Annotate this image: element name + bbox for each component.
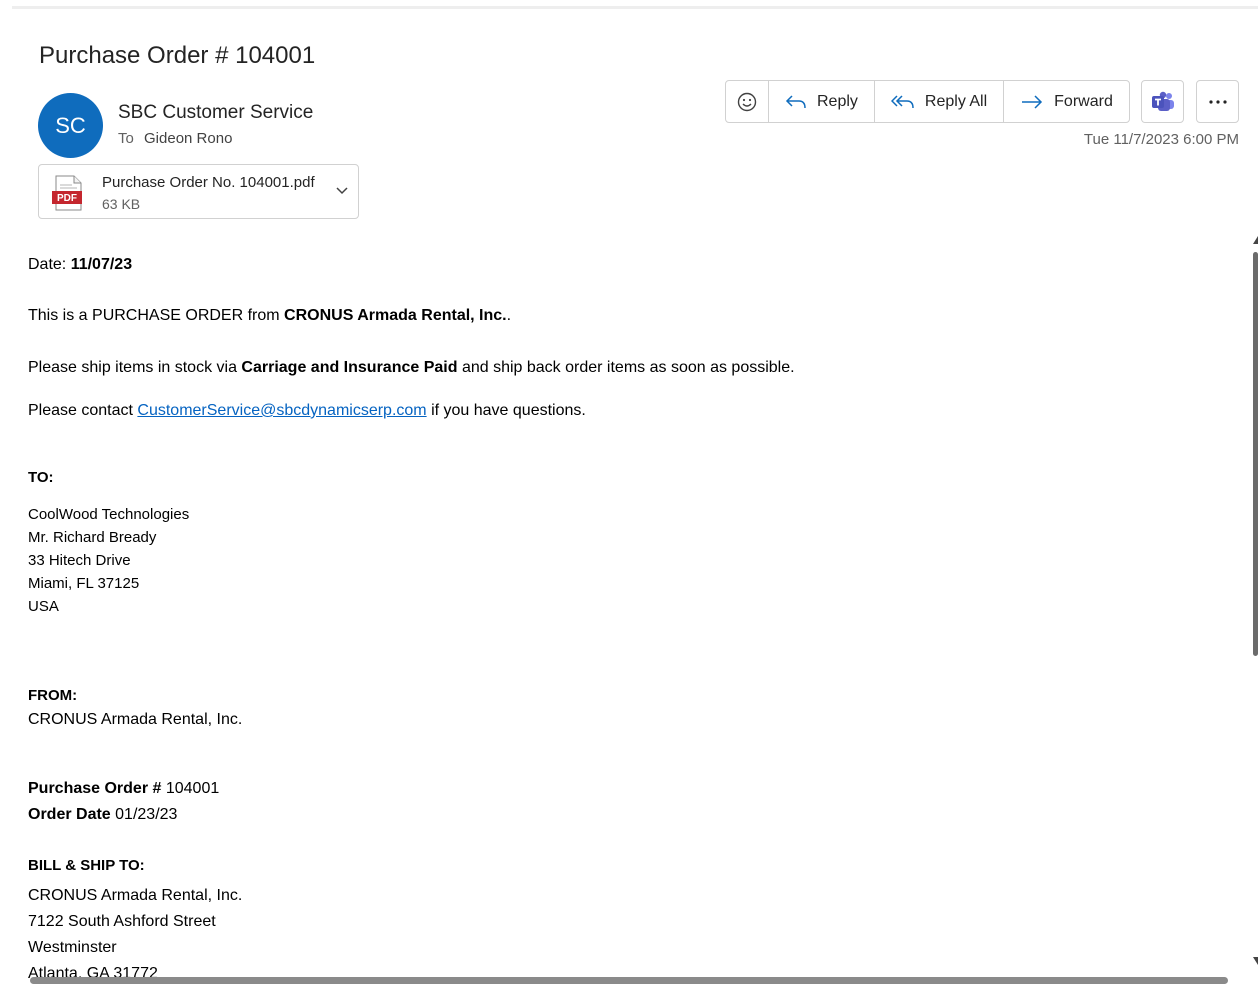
body-ship-line: Please ship items in stock via Carriage … [28,359,795,377]
chevron-down-icon[interactable] [336,187,348,195]
address-line: Mr. Richard Bready [28,529,157,546]
to-heading: TO: [28,469,54,486]
message-actions-toolbar: Reply Reply All Forward [725,80,1130,123]
bill-ship-heading: BILL & SHIP TO: [28,857,145,874]
to-label: To [118,130,134,147]
horizontal-scrollbar-thumb[interactable] [30,977,1228,984]
body-intro-line: This is a PURCHASE ORDER from CRONUS Arm… [28,307,511,325]
email-reading-pane: Purchase Order # 104001 SC SBC Customer … [0,0,1258,984]
contact-prefix: Please contact [28,402,138,419]
sender-name[interactable]: SBC Customer Service [118,102,313,124]
reply-all-label: Reply All [924,92,988,110]
intro-prefix: This is a PURCHASE ORDER from [28,307,285,324]
reply-label: Reply [817,92,858,110]
order-date-line: Order Date 01/23/23 [28,806,177,824]
forward-button[interactable]: Forward [1003,81,1129,122]
pdf-file-icon: PDF [52,175,82,211]
date-value: 11/07/23 [70,256,133,273]
address-line: CRONUS Armada Rental, Inc. [28,887,243,904]
po-value: 104001 [161,780,220,797]
from-line: CRONUS Armada Rental, Inc. [28,711,243,728]
forward-arrow-icon [1022,94,1043,109]
address-line: CoolWood Technologies [28,506,190,523]
ship-method: Carriage and Insurance Paid [241,359,458,376]
address-line: USA [28,598,59,615]
to-address-block: CoolWood Technologies Mr. Richard Bready… [28,503,189,618]
scroll-down-arrow-icon[interactable] [1252,955,1258,967]
attachment-file-name: Purchase Order No. 104001.pdf [102,174,315,191]
header-divider [12,6,1258,9]
bill-ship-address-block: CRONUS Armada Rental, Inc. 7122 South As… [28,883,242,984]
date-label: Date: [28,256,71,273]
smiley-icon [737,92,757,111]
po-number-line: Purchase Order # 104001 [28,780,219,798]
email-subject: Purchase Order # 104001 [39,42,316,69]
reply-all-arrow-icon [890,94,914,108]
reply-arrow-icon [785,94,806,108]
recipient-name[interactable]: Gideon Rono [144,130,232,147]
share-to-teams-button[interactable] [1141,80,1184,123]
body-date-line: Date: 11/07/23 [28,256,132,274]
email-timestamp: Tue 11/7/2023 6:00 PM [1083,131,1239,148]
scroll-up-arrow-icon[interactable] [1252,234,1258,246]
intro-suffix: . [506,307,512,324]
address-line: 33 Hitech Drive [28,552,131,569]
order-date-label: Order Date [28,806,111,823]
teams-icon [1151,91,1174,111]
address-line: Westminster [28,939,117,956]
ship-suffix: and ship back order items as soon as pos… [457,359,795,376]
recipient-line: To Gideon Rono [118,130,232,147]
attachment-card[interactable]: PDF Purchase Order No. 104001.pdf 63 KB [38,164,359,219]
vertical-scrollbar-thumb[interactable] [1253,252,1258,656]
body-contact-line: Please contact CustomerService@sbcdynami… [28,402,586,420]
more-actions-button[interactable] [1196,80,1239,123]
attachment-file-size: 63 KB [102,196,141,212]
forward-label: Forward [1054,92,1113,110]
po-label: Purchase Order # [28,780,162,797]
ship-prefix: Please ship items in stock via [28,359,242,376]
contact-email-link[interactable]: CustomerService@sbcdynamicserp.com [137,402,426,419]
avatar-initials: SC [55,112,86,138]
contact-suffix: if you have questions. [426,402,586,419]
pdf-icon-text: PDF [57,193,77,204]
order-date-value: 01/23/23 [110,806,178,823]
more-horizontal-icon [1208,99,1227,104]
intro-company: CRONUS Armada Rental, Inc. [284,307,507,324]
sender-avatar[interactable]: SC [38,93,103,158]
address-line: 7122 South Ashford Street [28,913,216,930]
reply-all-button[interactable]: Reply All [873,81,1003,122]
from-heading: FROM: [28,687,78,704]
reaction-button[interactable] [726,81,768,122]
address-line: Miami, FL 37125 [28,575,140,592]
reply-button[interactable]: Reply [768,81,874,122]
